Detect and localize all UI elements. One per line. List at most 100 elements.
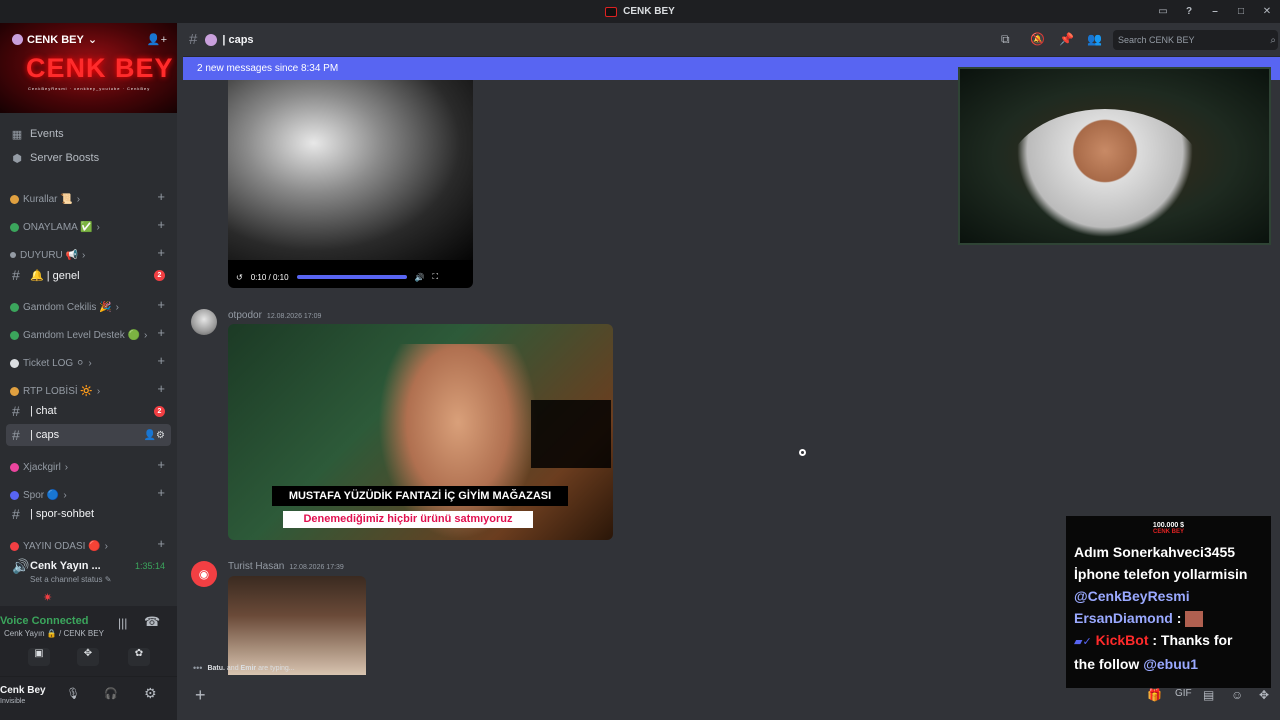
sticker-icon[interactable]: ▤ (1203, 688, 1214, 702)
add-channel-icon[interactable]: + (157, 381, 165, 396)
server-boosts-item[interactable]: ⬢ Server Boosts (10, 148, 99, 168)
username[interactable]: Cenk Bey (0, 685, 46, 696)
category-onaylama[interactable]: ONAYLAMA ✅ › (10, 219, 100, 235)
soundboard-icon[interactable]: ✿ (128, 648, 150, 666)
image-attachment[interactable] (228, 576, 366, 675)
category-xjackgirl[interactable]: Xjackgirl › (10, 459, 68, 475)
message-author[interactable]: otpodor 12.08.2026 17:09 (228, 310, 321, 321)
category-ticket-log[interactable]: Ticket LOG ⚪ › (10, 355, 92, 371)
category-icon (10, 302, 19, 312)
chevron-right-icon: › (115, 301, 119, 313)
category-icon (10, 330, 19, 340)
add-channel-icon[interactable]: + (157, 189, 165, 204)
emoji-icon[interactable]: ☺ (1231, 688, 1243, 702)
add-channel-icon[interactable]: + (157, 485, 165, 500)
message-author[interactable]: Turist Hasan 12.08.2026 17:39 (228, 561, 344, 572)
server-name-dropdown[interactable]: CENK BEY ⌄ (12, 33, 97, 46)
app-logo-icon (605, 6, 618, 17)
category-label: YAYIN ODASI 🔴 (23, 540, 101, 552)
channel-chat[interactable]: # | chat 2 (6, 400, 171, 422)
add-attachment-icon[interactable]: + (195, 685, 206, 706)
category-icon (10, 222, 19, 232)
category-label: Spor 🔵 (23, 489, 60, 501)
help-icon[interactable]: ? (1176, 6, 1202, 17)
window-title: CENK BEY (623, 6, 675, 17)
gear-icon[interactable]: ⚙ (144, 685, 157, 702)
channel-genel[interactable]: # 🔔 | genel 2 (6, 264, 171, 286)
gift-icon[interactable]: 🎁 (1147, 688, 1162, 702)
category-rtp-lobisi[interactable]: RTP LOBİSİ 🔆 › (10, 383, 100, 399)
microphone-icon[interactable]: 🎙 (66, 687, 80, 700)
chevron-right-icon: › (96, 385, 101, 397)
camera-icon[interactable]: ▣ (28, 648, 50, 666)
server-banner[interactable]: CENK BEY ⌄ 👤+ CENK BEY CenkBeyResmi · ce… (0, 23, 177, 113)
new-messages-text: 2 new messages since 8:34 PM (197, 63, 339, 74)
chevron-right-icon: › (96, 221, 100, 233)
notification-mute-icon[interactable]: 🔕 (1030, 32, 1045, 46)
overlay-mention: @CenkBeyResmi (1074, 588, 1190, 604)
fullscreen-icon[interactable]: ⛶ (432, 272, 438, 282)
voice-panel: Voice Connected Cenk Yayın 🔒 / CENK BEY … (0, 606, 177, 676)
maximize-button[interactable]: □ (1228, 6, 1254, 17)
author-name: otpodor (228, 310, 262, 321)
chevron-right-icon: › (63, 489, 67, 501)
threads-icon[interactable]: ⧉ (1001, 32, 1010, 47)
voice-user-avatar[interactable]: ✷ (43, 591, 52, 604)
author-name: Turist Hasan (228, 561, 285, 572)
headphones-icon[interactable]: 🎧 (104, 687, 118, 700)
donation-goal: 100.000 $ (1152, 522, 1185, 529)
replay-icon[interactable]: ↺ (236, 273, 243, 282)
add-channel-icon[interactable]: + (157, 457, 165, 472)
volume-icon[interactable]: 🔊 (415, 273, 425, 282)
category-duyuru[interactable]: DUYURU 📢 › (10, 247, 85, 263)
video-progress-bar[interactable] (296, 275, 407, 279)
member-list-icon[interactable]: 👥 (1087, 32, 1102, 46)
inbox-icon[interactable]: ▭ (1150, 6, 1176, 17)
channel-settings-icon[interactable]: 👤⚙ (144, 430, 165, 441)
invite-people-icon[interactable]: 👤+ (147, 33, 167, 46)
voice-location[interactable]: Cenk Yayın 🔒 / CENK BEY (4, 629, 104, 638)
category-gamdom-level-destek[interactable]: Gamdom Level Destek 🟢 › (10, 327, 147, 343)
channel-spor-sohbet[interactable]: # | spor-sohbet (6, 503, 171, 525)
add-channel-icon[interactable]: + (157, 536, 165, 551)
add-channel-icon[interactable]: + (157, 245, 165, 260)
calendar-icon: ▦ (11, 128, 23, 141)
category-icon (10, 194, 19, 204)
add-channel-icon[interactable]: + (157, 297, 165, 312)
hash-icon: # (12, 267, 20, 283)
search-input[interactable]: Search CENK BEY ⌕ (1113, 30, 1278, 50)
minimize-button[interactable]: – (1202, 6, 1228, 17)
add-channel-icon[interactable]: + (157, 353, 165, 368)
noise-suppression-icon[interactable]: ||| (118, 616, 127, 630)
video-attachment[interactable]: ↺ 0:10 / 0:10 🔊 ⛶ (228, 80, 473, 288)
channel-label: | spor-sohbet (30, 508, 95, 520)
avatar[interactable] (191, 309, 217, 335)
overlay-bot-name: KickBot (1095, 632, 1149, 648)
speaker-icon: 🔊 (12, 557, 30, 574)
category-spor[interactable]: Spor 🔵 › (10, 487, 67, 503)
events-item[interactable]: ▦ Events (10, 124, 64, 144)
gif-icon[interactable]: GIF (1175, 688, 1192, 699)
activity-icon[interactable]: ✥ (77, 648, 99, 666)
search-icon: ⌕ (1270, 34, 1276, 46)
channel-caps[interactable]: # | caps 👤⚙ (6, 424, 171, 446)
disconnect-icon[interactable]: ☎ (144, 614, 160, 630)
overlay-line: the follow @ebuu1 (1074, 653, 1263, 675)
category-gamdom-cekilis[interactable]: Gamdom Cekilis 🎉 › (10, 299, 119, 315)
image-attachment[interactable]: MUSTAFA YÜZÜDİK FANTAZİ İÇ GİYİM MAĞAZAS… (228, 324, 613, 540)
close-button[interactable]: ✕ (1254, 6, 1280, 17)
add-channel-icon[interactable]: + (157, 217, 165, 232)
channel-status[interactable]: Set a channel status ✎ (30, 575, 111, 584)
category-yayin-odasi[interactable]: YAYIN ODASI 🔴 › (10, 538, 108, 554)
category-label: RTP LOBİSİ 🔆 (23, 385, 93, 397)
image-caption-subtitle: Denemediğimiz hiçbir ürünü satmıyoruz (283, 511, 533, 528)
voice-channel-cenk-yayin[interactable]: 🔊 Cenk Yayın ... 1:35:14 (6, 555, 171, 577)
category-kurallar[interactable]: Kurallar 📜 › (10, 191, 80, 207)
chevron-right-icon: › (82, 249, 86, 261)
category-label: Gamdom Cekilis 🎉 (23, 301, 112, 313)
add-channel-icon[interactable]: + (157, 325, 165, 340)
avatar[interactable]: ◉ (191, 561, 217, 587)
mention-badge: 2 (154, 269, 165, 281)
pin-icon[interactable]: 📌 (1059, 32, 1074, 46)
apps-icon[interactable]: ✥ (1259, 688, 1269, 702)
